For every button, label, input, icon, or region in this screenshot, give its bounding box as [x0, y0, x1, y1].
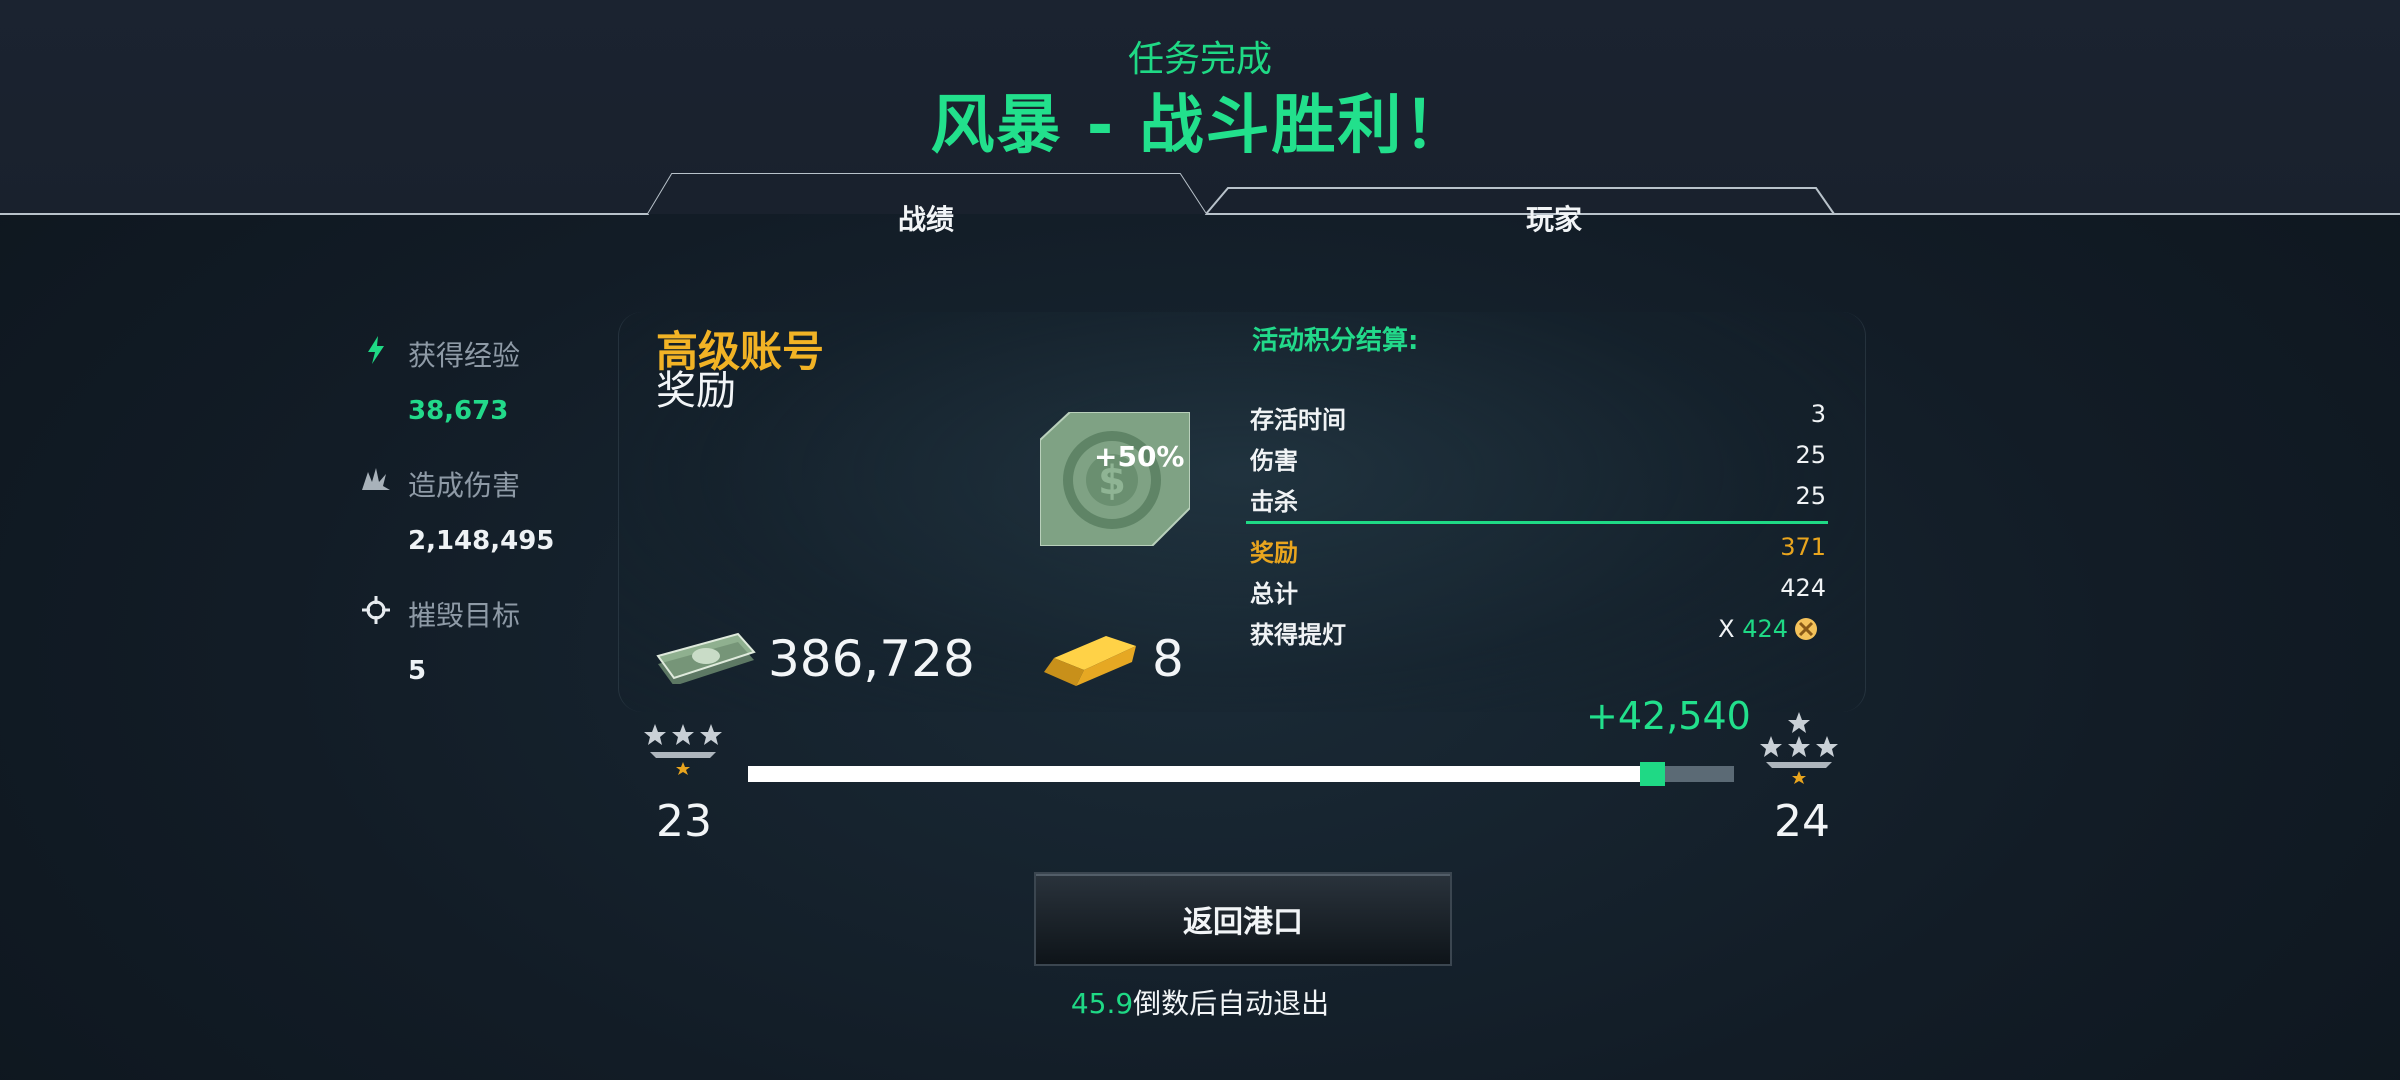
- lamps-count: 424: [1742, 615, 1788, 643]
- event-points-title: 活动积分结算:: [1252, 326, 1419, 356]
- lamps-multiplier: X: [1718, 615, 1735, 643]
- progress-previous-fill: [748, 766, 1641, 782]
- dollar-coin-icon: $: [1039, 411, 1191, 547]
- lantern-icon: [1795, 618, 1817, 640]
- event-total-value: 424: [1780, 574, 1826, 602]
- event-row-damage: 伤害 25: [1250, 441, 1826, 475]
- event-row-value: 3: [1810, 400, 1826, 428]
- page-title: 风暴 - 战斗胜利！: [930, 89, 1470, 163]
- event-row-label: 伤害: [1250, 447, 1298, 475]
- event-row-label: 存活时间: [1250, 406, 1346, 434]
- premium-boost-badge: $ +50%: [1039, 411, 1191, 547]
- crosshair-icon: [360, 594, 392, 626]
- progress-gained-fill: [1640, 762, 1665, 786]
- event-row-reward: 奖励 371: [1250, 533, 1826, 567]
- tab-players[interactable]: 玩家: [1526, 198, 1582, 238]
- event-lamps-value: X 424: [1718, 615, 1788, 643]
- event-reward-value: 371: [1780, 533, 1826, 561]
- event-row-survival: 存活时间 3: [1250, 400, 1826, 434]
- event-lamps-label: 获得提灯: [1250, 621, 1346, 649]
- return-to-port-button[interactable]: 返回港口: [1034, 872, 1452, 966]
- stat-destroyed-value: 5: [408, 656, 427, 686]
- premium-reward-subtitle: 奖励: [656, 368, 736, 414]
- event-row-total: 总计 424: [1250, 574, 1826, 608]
- stat-damage-value: 2,148,495: [408, 526, 555, 556]
- stat-experience-value: 38,673: [408, 396, 509, 426]
- stat-experience-label: 获得经验: [408, 339, 521, 372]
- countdown-seconds: 45.9: [1070, 987, 1134, 1020]
- explosion-icon: [360, 464, 392, 496]
- event-row-label: 击杀: [1250, 488, 1298, 516]
- experience-gain: +42,540: [1586, 694, 1751, 738]
- rank-insignia-icon: [644, 724, 722, 775]
- lightning-icon: [360, 334, 392, 366]
- tab-bar-outline: [0, 173, 2400, 215]
- event-divider: [1246, 521, 1828, 524]
- current-level: 23: [656, 796, 712, 847]
- stat-damage-label: 造成伤害: [408, 469, 521, 502]
- event-row-value: 25: [1795, 482, 1826, 510]
- event-reward-label: 奖励: [1250, 539, 1298, 567]
- next-rank-insignia-icon: [1760, 712, 1838, 784]
- next-level: 24: [1774, 796, 1830, 847]
- boost-percent: +50%: [1094, 440, 1185, 473]
- event-total-label: 总计: [1250, 580, 1298, 608]
- event-row-kills: 击杀 25: [1250, 482, 1826, 516]
- tab-performance[interactable]: 战绩: [898, 198, 954, 238]
- countdown-text: 倒数后自动退出: [1133, 987, 1330, 1020]
- event-row-lamps: 获得提灯 X 424: [1250, 615, 1826, 649]
- money-icon: [656, 632, 756, 684]
- stat-destroyed-label: 摧毁目标: [408, 599, 521, 632]
- level-progress-bar: [748, 762, 1734, 786]
- gold-bar-icon: [1044, 636, 1136, 686]
- event-row-value: 25: [1795, 441, 1826, 469]
- gold-reward-value: 8: [1152, 630, 1184, 688]
- auto-exit-countdown: 45.9倒数后自动退出: [0, 982, 2400, 1022]
- money-reward-value: 386,728: [768, 630, 975, 688]
